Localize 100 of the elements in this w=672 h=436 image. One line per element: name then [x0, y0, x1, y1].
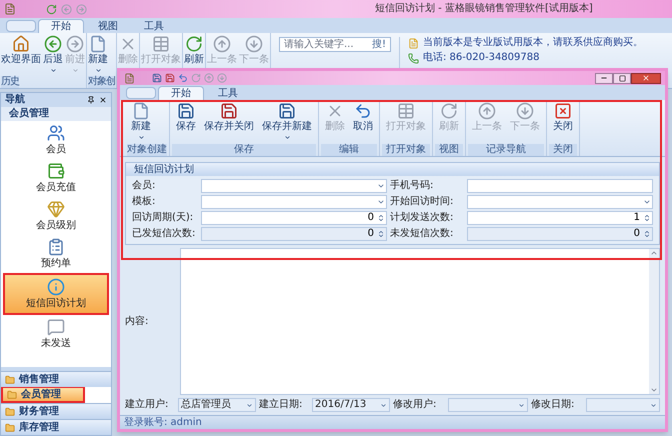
field-label: 模板:: [132, 196, 156, 208]
pin-icon[interactable]: [87, 96, 95, 104]
ribbon-tab[interactable]: 工具: [206, 86, 250, 100]
ribbon-button[interactable]: 欢迎界面: [1, 33, 41, 66]
scroll-up-icon[interactable]: [650, 249, 658, 257]
close-icon: [642, 74, 650, 82]
app-menu-button[interactable]: [6, 20, 36, 32]
phone-icon: [408, 52, 419, 64]
nav-item[interactable]: 未发送: [3, 315, 109, 353]
ribbon-button[interactable]: 刷新: [184, 33, 204, 66]
gem-icon: [47, 200, 65, 218]
save-icon[interactable]: [152, 73, 162, 83]
group-label: 打开对象: [382, 144, 430, 156]
nav-section[interactable]: 财务管理: [1, 403, 111, 419]
save-icon: [220, 102, 238, 120]
folder-icon: [7, 390, 17, 400]
notice-text: 当前版本是专业版试用版本，请联系供应商购买。: [423, 37, 643, 49]
nav-item[interactable]: 会员: [3, 121, 109, 159]
notice-text: 电话: 86-020-34809788: [423, 52, 540, 64]
scroll-down-icon[interactable]: [650, 386, 658, 394]
info-icon: [47, 278, 65, 296]
group-label: 视图: [435, 144, 463, 156]
refresh-icon: [440, 102, 458, 120]
app-icon: [124, 72, 135, 84]
field-label: 计划发送次数:: [390, 212, 454, 224]
folder-icon: [5, 374, 15, 384]
document-icon: [132, 102, 150, 120]
clipboard-icon: [47, 238, 65, 256]
nav-item[interactable]: 会员级别: [3, 197, 109, 235]
minimize-button[interactable]: [595, 72, 613, 84]
input-field[interactable]: [467, 179, 653, 193]
group-label: 对象创建: [127, 144, 167, 156]
ribbon-button[interactable]: 保存并新建: [258, 100, 316, 142]
group-header: 会员管理: [1, 107, 111, 121]
dropdown-field[interactable]: [201, 195, 387, 209]
close-button[interactable]: [631, 72, 661, 84]
ribbon-button[interactable]: 新建: [127, 100, 155, 142]
ribbon-button[interactable]: 关闭: [549, 100, 577, 133]
search-button[interactable]: 搜!: [372, 38, 386, 50]
group-title: 短信回访计划: [126, 163, 659, 176]
ribbon-button[interactable]: 新建: [88, 33, 108, 75]
dropdown-field[interactable]: [467, 195, 653, 209]
caret-icon: [380, 402, 387, 408]
field-label: 会员:: [132, 180, 156, 192]
dropdown-field[interactable]: [201, 179, 387, 193]
undo-icon[interactable]: [178, 73, 188, 83]
folder-icon: [5, 406, 15, 416]
caret-icon: [643, 198, 651, 206]
nav-item[interactable]: 会员充值: [3, 159, 109, 197]
dropdown-field[interactable]: 总店管理员: [178, 398, 256, 412]
dropdown-field[interactable]: [586, 398, 660, 412]
close-icon: [554, 102, 572, 120]
close-icon[interactable]: [99, 96, 107, 104]
dropdown-field[interactable]: 2016/7/13: [312, 398, 390, 412]
dropdown-field[interactable]: [448, 398, 528, 412]
field-label: 未发短信次数:: [390, 228, 454, 240]
ribbon-button[interactable]: 保存: [172, 100, 200, 133]
nav-section[interactable]: 库存管理: [1, 419, 111, 435]
ribbon-button[interactable]: 后退: [43, 33, 63, 75]
group-label: 编辑: [321, 144, 377, 156]
panel-title: 导航: [5, 94, 25, 106]
scrollbar[interactable]: [649, 249, 659, 394]
content-field[interactable]: [180, 248, 660, 395]
number-field[interactable]: 0: [201, 211, 387, 225]
spinner-icon: [377, 229, 385, 239]
nav-section[interactable]: 销售管理: [1, 371, 111, 387]
number-field[interactable]: 1: [467, 211, 653, 225]
group-label: 保存: [172, 144, 316, 156]
save-icon[interactable]: [165, 73, 175, 83]
nav-item[interactable]: 短信回访计划: [3, 273, 109, 315]
refresh-icon[interactable]: [191, 73, 201, 83]
field-label: 回访周期(天):: [132, 212, 194, 224]
ribbon-tab[interactable]: 开始: [158, 86, 204, 100]
speech-bubble-icon: [47, 318, 65, 336]
field-label: 内容:: [125, 316, 148, 328]
wallet-icon: [47, 162, 65, 180]
spinner-icon: [643, 213, 651, 223]
ribbon-tab[interactable]: 视图: [86, 19, 130, 33]
caret-icon: [518, 402, 525, 408]
ribbon-button[interactable]: 保存并关闭: [200, 100, 258, 133]
ribbon-button[interactable]: 取消: [349, 100, 377, 133]
app-menu-button[interactable]: [126, 87, 156, 99]
group-label: 对象创: [88, 76, 115, 88]
maximize-button[interactable]: [613, 72, 631, 84]
app-icon: [4, 3, 16, 15]
spinner-icon: [377, 213, 385, 223]
undo-icon: [354, 102, 372, 120]
table-icon: [152, 35, 170, 53]
ribbon-tab[interactable]: 工具: [132, 19, 176, 33]
caret-icon: [246, 402, 253, 408]
save-icon: [278, 102, 296, 120]
field-label: 修改用户:: [393, 399, 438, 411]
ribbon-tab[interactable]: 开始: [38, 19, 84, 33]
table-icon: [397, 102, 415, 120]
nav-item[interactable]: 预约单: [3, 235, 109, 273]
field-label: 手机号码:: [390, 180, 434, 192]
nav-section[interactable]: 会员管理: [1, 387, 85, 403]
house-icon: [12, 35, 30, 53]
refresh-icon[interactable]: [46, 4, 57, 14]
caret-icon: [650, 402, 657, 408]
